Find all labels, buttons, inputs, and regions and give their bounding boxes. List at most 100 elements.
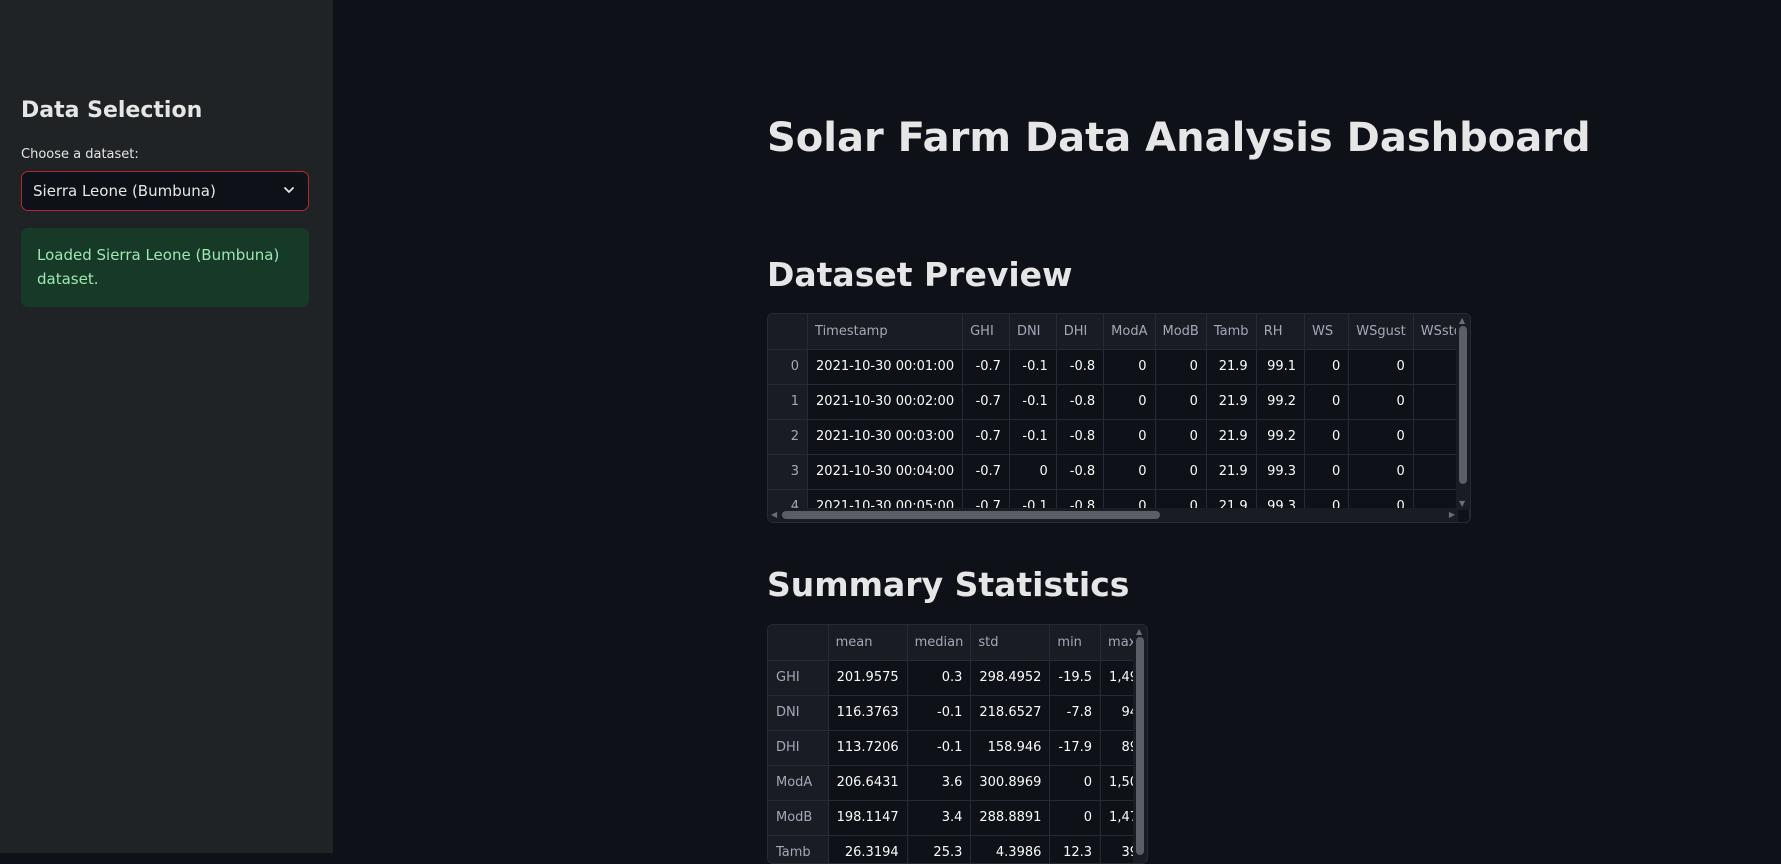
preview-column-header[interactable]: Tamb (1206, 314, 1257, 350)
preview-heading: Dataset Preview (767, 255, 1073, 294)
table-cell[interactable]: -0.8 (1056, 384, 1105, 420)
summary-column-header[interactable]: min (1049, 625, 1102, 661)
table-cell[interactable]: -0.1 (1009, 384, 1057, 420)
table-cell[interactable]: 158.946 (970, 730, 1051, 766)
table-cell[interactable]: 0.3 (907, 660, 972, 696)
preview-column-header[interactable]: DHI (1056, 314, 1105, 350)
table-cell[interactable]: -0.8 (1056, 349, 1105, 385)
table-cell[interactable]: -0.7 (962, 454, 1010, 490)
table-cell[interactable]: 0 (1049, 800, 1102, 836)
table-cell[interactable]: 0 (1304, 384, 1350, 420)
table-cell[interactable]: -0.1 (1009, 349, 1057, 385)
table-cell[interactable]: 21.9 (1206, 419, 1257, 455)
table-cell[interactable]: -0.7 (962, 349, 1010, 385)
row-index[interactable]: 1 (768, 384, 809, 420)
table-cell[interactable]: 298.4952 (970, 660, 1051, 696)
table-cell[interactable]: 21.9 (1206, 384, 1257, 420)
table-cell[interactable]: 99.3 (1256, 454, 1306, 490)
summary-dataframe[interactable]: mean median std min max GHI 201.9575 0.3 298.49… (767, 624, 1148, 864)
table-cell[interactable]: 218.6527 (970, 695, 1051, 731)
table-cell[interactable]: 0 (1049, 765, 1102, 801)
row-index[interactable]: DNI (768, 695, 829, 731)
table-cell[interactable]: 0 (1103, 454, 1156, 490)
table-cell[interactable]: 0 (1304, 454, 1350, 490)
row-index[interactable]: GHI (768, 660, 829, 696)
table-cell[interactable]: 0 (1155, 419, 1207, 455)
row-index[interactable]: DHI (768, 730, 829, 766)
table-cell[interactable]: 0 (1304, 349, 1350, 385)
table-cell[interactable]: 116.3763 (828, 695, 908, 731)
table-cell[interactable]: 12.3 (1049, 835, 1102, 863)
row-index[interactable]: 3 (768, 454, 809, 490)
table-cell[interactable]: 206.6431 (828, 765, 908, 801)
summary-column-header[interactable] (768, 625, 829, 661)
table-cell[interactable]: 0 (1103, 384, 1156, 420)
table-cell[interactable]: 99.1 (1256, 349, 1306, 385)
preview-table: Timestamp GHI DNI DHI ModA ModB Tamb RH WS WSgust… (768, 314, 1470, 522)
row-index[interactable]: 0 (768, 349, 809, 385)
table-cell[interactable]: 0 (1348, 349, 1414, 385)
table-cell[interactable]: -0.7 (962, 419, 1010, 455)
preview-column-header[interactable]: Timestamp (807, 314, 964, 350)
preview-column-header[interactable]: ModB (1155, 314, 1207, 350)
chevron-down-icon (284, 187, 294, 193)
table-cell[interactable]: 198.1147 (828, 800, 908, 836)
preview-column-header[interactable]: WSgust (1348, 314, 1414, 350)
table-cell[interactable]: 288.8891 (970, 800, 1051, 836)
preview-column-header[interactable] (768, 314, 809, 350)
table-cell[interactable]: -0.1 (907, 695, 972, 731)
row-index[interactable]: ModA (768, 765, 829, 801)
table-cell[interactable]: 99.2 (1256, 384, 1306, 420)
table-cell[interactable]: 2021-10-30 00:01:00 (807, 349, 964, 385)
table-cell[interactable]: 2021-10-30 00:02:00 (807, 384, 964, 420)
table-cell[interactable]: 21.9 (1206, 454, 1257, 490)
table-cell[interactable]: 0 (1348, 384, 1414, 420)
table-cell[interactable]: 0 (1155, 454, 1207, 490)
row-index[interactable]: 2 (768, 419, 809, 455)
table-cell[interactable]: 2021-10-30 00:03:00 (807, 419, 964, 455)
table-cell[interactable]: -0.1 (907, 730, 972, 766)
table-cell[interactable]: 3.4 (907, 800, 972, 836)
table-cell[interactable]: 0 (1009, 454, 1057, 490)
table-cell[interactable]: 21.9 (1206, 349, 1257, 385)
main-content: Solar Farm Data Analysis Dashboard Datas… (333, 0, 1781, 864)
table-cell[interactable]: 0 (1103, 419, 1156, 455)
table-cell[interactable]: 4.3986 (970, 835, 1051, 863)
table-cell[interactable]: -0.8 (1056, 419, 1105, 455)
table-cell[interactable]: -17.9 (1049, 730, 1102, 766)
summary-column-header[interactable]: std (970, 625, 1051, 661)
table-cell[interactable]: -0.8 (1056, 454, 1105, 490)
table-cell[interactable]: 25.3 (907, 835, 972, 863)
table-cell[interactable]: 0 (1103, 349, 1156, 385)
summary-column-header[interactable]: mean (828, 625, 908, 661)
summary-vertical-scrollbar[interactable]: ▲ (1133, 625, 1147, 863)
table-cell[interactable]: 0 (1155, 384, 1207, 420)
preview-column-header[interactable]: RH (1256, 314, 1306, 350)
summary-column-header[interactable]: median (907, 625, 972, 661)
table-cell[interactable]: 3.6 (907, 765, 972, 801)
preview-column-header[interactable]: ModA (1103, 314, 1156, 350)
table-cell[interactable]: 26.3194 (828, 835, 908, 863)
table-cell[interactable]: 0 (1155, 349, 1207, 385)
table-cell[interactable]: 113.7206 (828, 730, 908, 766)
table-cell[interactable]: 0 (1348, 454, 1414, 490)
preview-horizontal-scrollbar[interactable]: ◀ ▶ (768, 508, 1458, 522)
table-cell[interactable]: 300.8969 (970, 765, 1051, 801)
preview-column-header[interactable]: DNI (1009, 314, 1057, 350)
table-cell[interactable]: -0.1 (1009, 419, 1057, 455)
table-cell[interactable]: 201.9575 (828, 660, 908, 696)
table-cell[interactable]: 99.2 (1256, 419, 1306, 455)
table-cell[interactable]: 2021-10-30 00:04:00 (807, 454, 964, 490)
table-cell[interactable]: -0.7 (962, 384, 1010, 420)
table-cell[interactable]: 0 (1304, 419, 1350, 455)
row-index[interactable]: Tamb (768, 835, 829, 863)
table-cell[interactable]: 0 (1348, 419, 1414, 455)
preview-column-header[interactable]: GHI (962, 314, 1010, 350)
row-index[interactable]: ModB (768, 800, 829, 836)
table-cell[interactable]: -19.5 (1049, 660, 1102, 696)
dataset-select[interactable]: Sierra Leone (Bumbuna) (21, 171, 309, 211)
preview-column-header[interactable]: WS (1304, 314, 1350, 350)
preview-vertical-scrollbar[interactable]: ▲ ▼ (1456, 314, 1470, 510)
preview-dataframe[interactable]: Timestamp GHI DNI DHI ModA ModB Tamb RH WS WSgust… (767, 313, 1471, 523)
table-cell[interactable]: -7.8 (1049, 695, 1102, 731)
